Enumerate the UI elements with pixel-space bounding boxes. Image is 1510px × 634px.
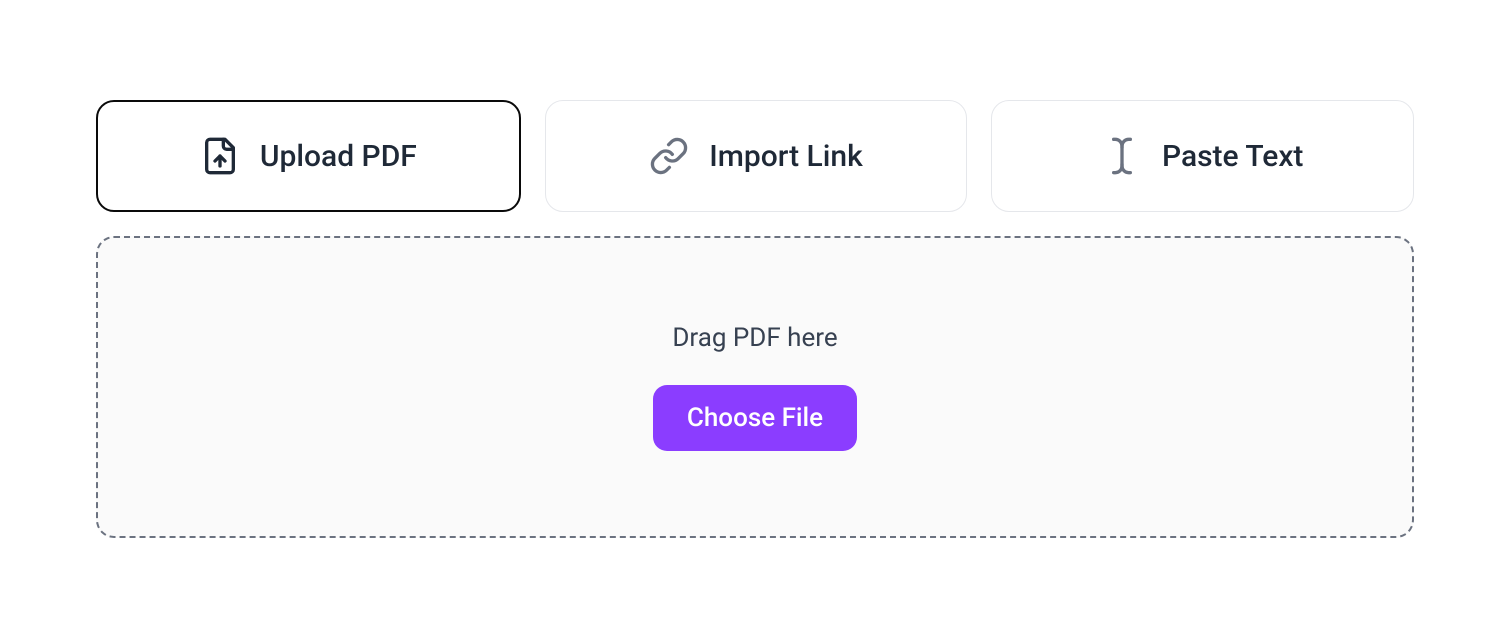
tab-label: Import Link xyxy=(709,139,863,174)
tab-paste-text[interactable]: Paste Text xyxy=(991,100,1414,212)
choose-file-button[interactable]: Choose File xyxy=(653,385,857,451)
tab-upload-pdf[interactable]: Upload PDF xyxy=(96,100,521,212)
file-upload-icon xyxy=(200,136,240,176)
dropzone-prompt: Drag PDF here xyxy=(672,323,837,353)
upload-panel: Upload PDF Import Link Paste Text xyxy=(96,100,1414,538)
tab-label: Upload PDF xyxy=(260,139,417,174)
link-icon xyxy=(649,136,689,176)
input-method-tabs: Upload PDF Import Link Paste Text xyxy=(96,100,1414,212)
pdf-dropzone[interactable]: Drag PDF here Choose File xyxy=(96,236,1414,538)
tab-label: Paste Text xyxy=(1162,139,1303,174)
text-cursor-icon xyxy=(1102,136,1142,176)
tab-import-link[interactable]: Import Link xyxy=(545,100,968,212)
